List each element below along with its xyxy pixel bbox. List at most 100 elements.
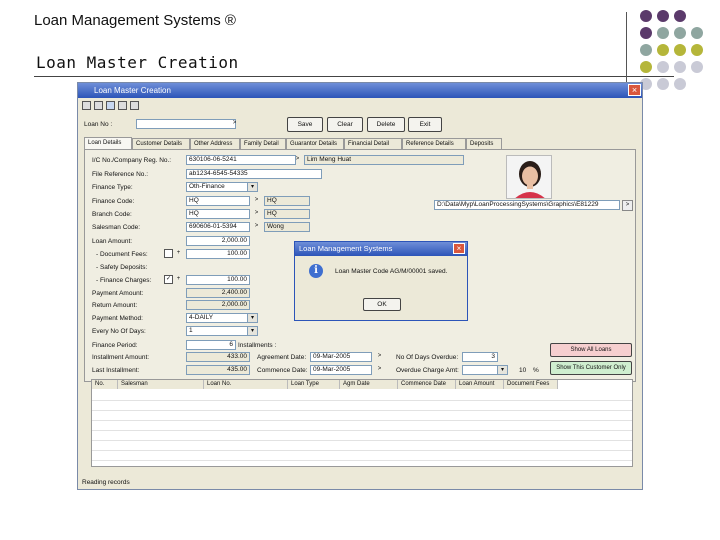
clear-button[interactable]: Clear bbox=[327, 117, 363, 132]
decorative-dot bbox=[674, 78, 686, 90]
grid-row-line bbox=[92, 460, 632, 461]
return-amount-field: 2,000.00 bbox=[186, 300, 250, 310]
browse-photo-button[interactable]: > bbox=[622, 200, 633, 211]
finance-charges-checkbox[interactable]: ✓ bbox=[164, 275, 173, 284]
agreement-date-label: Agreement Date: bbox=[257, 354, 307, 361]
print-icon[interactable] bbox=[118, 101, 127, 110]
payment-method-value: 4-DAILY bbox=[189, 314, 214, 321]
loan-no-input[interactable] bbox=[136, 119, 236, 129]
tab-reference-details[interactable]: Reference Details bbox=[402, 138, 466, 149]
grid-header-loan-no[interactable]: Loan No. bbox=[204, 380, 288, 389]
overdue-charge-value: 10 bbox=[519, 367, 527, 374]
tab-customer-details[interactable]: Customer Details bbox=[132, 138, 190, 149]
decorative-dot bbox=[674, 27, 686, 39]
grid-header-loan-type[interactable]: Loan Type bbox=[288, 380, 340, 389]
tab-loan-details[interactable]: Loan Details bbox=[84, 137, 132, 149]
commence-date-label: Commence Date: bbox=[257, 367, 308, 374]
delete-button[interactable]: Delete bbox=[367, 117, 405, 132]
loan-no-lookup-button[interactable]: > bbox=[230, 119, 239, 128]
overdue-charge-unit: % bbox=[533, 367, 539, 374]
grid-header-agm-date[interactable]: Agm Date bbox=[340, 380, 398, 389]
payment-amount-label: Payment Amount: bbox=[92, 290, 144, 297]
decorative-dots bbox=[640, 10, 720, 120]
grid-header-no[interactable]: No. bbox=[92, 380, 118, 389]
decorative-dot bbox=[640, 10, 652, 22]
window-titlebar: Loan Master Creation × bbox=[78, 83, 642, 98]
finance-period-input[interactable]: 6 bbox=[186, 340, 236, 350]
grid-row-line bbox=[92, 430, 632, 431]
window-close-button[interactable]: × bbox=[628, 84, 641, 96]
decorative-dot bbox=[640, 61, 652, 73]
finance-type-select[interactable]: Oth-Finance ▾ bbox=[186, 182, 258, 192]
exit-button[interactable]: Exit bbox=[408, 117, 442, 132]
chevron-down-icon: ▾ bbox=[247, 327, 257, 335]
overdue-charge-type[interactable]: ▾ bbox=[462, 365, 508, 375]
grid-row-line bbox=[92, 450, 632, 451]
decorative-dot bbox=[657, 10, 669, 22]
doc-fees-checkbox[interactable] bbox=[164, 249, 173, 258]
finance-code-label: Finance Code: bbox=[92, 198, 135, 205]
finance-charges-input[interactable]: 100.00 bbox=[186, 275, 250, 285]
salesman-lookup-button[interactable]: > bbox=[252, 222, 261, 231]
agreement-date-input[interactable]: 09-Mar-2005 bbox=[310, 352, 372, 362]
slide-subtitle: Loan Master Creation bbox=[36, 53, 239, 72]
ok-button[interactable]: OK bbox=[363, 298, 401, 311]
decorative-dot bbox=[640, 44, 652, 56]
grid-header-commence-date[interactable]: Commence Date bbox=[398, 380, 456, 389]
show-all-loans-button[interactable]: Show All Loans bbox=[550, 343, 632, 357]
finance-code-desc: HQ bbox=[264, 196, 310, 206]
decorative-dot bbox=[674, 44, 686, 56]
salesman-code-input[interactable]: 690606-01-5394 bbox=[186, 222, 250, 232]
branch-code-input[interactable]: HQ bbox=[186, 209, 250, 219]
decorative-dot bbox=[640, 27, 652, 39]
find-icon[interactable] bbox=[106, 101, 115, 110]
payment-method-select[interactable]: 4-DAILY ▾ bbox=[186, 313, 258, 323]
dialog-close-button[interactable]: × bbox=[453, 243, 465, 254]
ic-lookup-button[interactable]: > bbox=[293, 155, 302, 164]
agreement-date-picker-button[interactable]: > bbox=[375, 352, 384, 361]
days-overdue-input[interactable]: 3 bbox=[462, 352, 498, 362]
show-this-customer-button[interactable]: Show This Customer Only bbox=[550, 361, 632, 375]
every-days-value: 1 bbox=[189, 327, 193, 334]
grid-header-loan-amount[interactable]: Loan Amount bbox=[456, 380, 504, 389]
finance-type-label: Finance Type: bbox=[92, 184, 133, 191]
tab-family-detail[interactable]: Family Detail bbox=[240, 138, 286, 149]
new-icon[interactable] bbox=[82, 101, 91, 110]
report-icon[interactable] bbox=[130, 101, 139, 110]
branch-code-lookup-button[interactable]: > bbox=[252, 209, 261, 218]
every-days-select[interactable]: 1 ▾ bbox=[186, 326, 258, 336]
every-days-label: Every No Of Days: bbox=[92, 328, 146, 335]
grid-row-line bbox=[92, 420, 632, 421]
finance-charges-plus: + bbox=[176, 276, 181, 282]
tab-other-address[interactable]: Other Address bbox=[190, 138, 240, 149]
ic-no-input[interactable]: 630106-06-5241 bbox=[186, 155, 296, 165]
decorative-dot bbox=[657, 44, 669, 56]
decorative-dot bbox=[657, 61, 669, 73]
grid-row-line bbox=[92, 410, 632, 411]
grid-header-document-fees[interactable]: Document Fees bbox=[504, 380, 558, 389]
salesman-code-label: Salesman Code: bbox=[92, 224, 141, 231]
loan-amount-input[interactable]: 2,000.00 bbox=[186, 236, 250, 246]
grid-header-salesman[interactable]: Salesman bbox=[118, 380, 204, 389]
tab-guarantor-details[interactable]: Guarantor Details bbox=[286, 138, 344, 149]
photo-path-input[interactable]: D:\Data\Myp\LoanProcessingSystems\Graphi… bbox=[434, 200, 620, 210]
save-button[interactable]: Save bbox=[287, 117, 323, 132]
return-amount-label: Return Amount: bbox=[92, 302, 138, 309]
chevron-down-icon: ▾ bbox=[247, 183, 257, 191]
overdue-charge-label: Overdue Charge Amt: bbox=[396, 367, 459, 374]
commence-date-input[interactable]: 09-Mar-2005 bbox=[310, 365, 372, 375]
tab-deposits[interactable]: Deposits bbox=[466, 138, 502, 149]
file-ref-input[interactable]: ab1234-6545-54335 bbox=[186, 169, 322, 179]
payment-amount-field: 2,400.00 bbox=[186, 288, 250, 298]
finance-code-lookup-button[interactable]: > bbox=[252, 196, 261, 205]
installment-amount-label: Installment Amount: bbox=[92, 354, 150, 361]
doc-fees-input[interactable]: 100.00 bbox=[186, 249, 250, 259]
portrait-image bbox=[507, 156, 551, 198]
tab-financial-detail[interactable]: Financial Detail bbox=[344, 138, 402, 149]
installment-amount-field: 433.00 bbox=[186, 352, 250, 362]
commence-date-picker-button[interactable]: > bbox=[375, 365, 384, 374]
save-icon[interactable] bbox=[94, 101, 103, 110]
branch-code-desc: HQ bbox=[264, 209, 310, 219]
customer-name-field: Lim Meng Huat bbox=[304, 155, 464, 165]
finance-code-input[interactable]: HQ bbox=[186, 196, 250, 206]
